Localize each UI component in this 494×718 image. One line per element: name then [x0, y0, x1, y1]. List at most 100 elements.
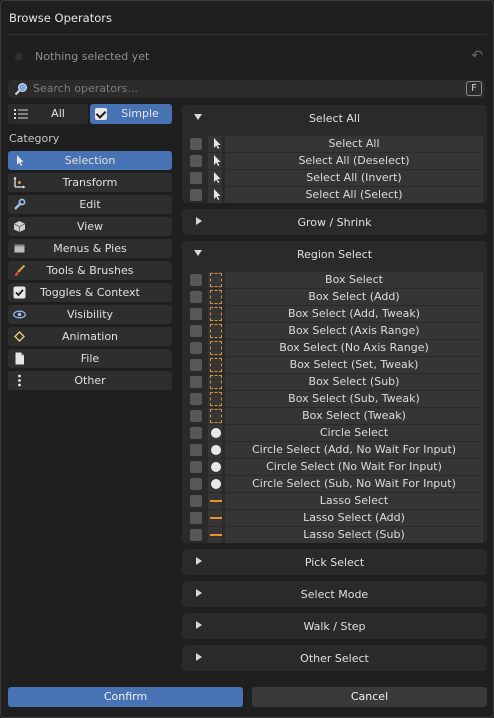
category-toggles-context[interactable]: Toggles & Context [8, 283, 172, 302]
cursor-arrow-icon [207, 153, 223, 169]
panel-select-all: Select All Select All Select All (Deselect… [182, 105, 487, 203]
panel-grow-shrink: Grow / Shrink [182, 209, 487, 235]
category-view[interactable]: View [8, 217, 172, 236]
panel-header[interactable]: Select Mode [182, 581, 487, 607]
category-animation[interactable]: Animation [8, 327, 172, 346]
operator-checkbox[interactable] [190, 342, 202, 354]
category-selection[interactable]: Selection [8, 151, 172, 170]
operator-row[interactable]: Box Select (No Axis Range) [187, 340, 483, 356]
category-label: File [80, 352, 100, 365]
operator-row[interactable]: Select All (Deselect) [187, 153, 483, 169]
operator-checkbox[interactable] [190, 155, 202, 167]
operator-checkbox[interactable] [190, 529, 202, 541]
category-label: Menus & Pies [53, 242, 127, 255]
cancel-button[interactable]: Cancel [252, 687, 487, 707]
operator-checkbox[interactable] [190, 274, 202, 286]
panel-header[interactable]: Pick Select [182, 549, 487, 575]
search-shortcut-key: F [466, 81, 482, 96]
confirm-button[interactable]: Confirm [8, 687, 243, 707]
panel-header[interactable]: Walk / Step [182, 613, 487, 639]
category-tools-brushes[interactable]: Tools & Brushes [8, 261, 172, 280]
operator-label: Box Select (Axis Range) [225, 323, 483, 339]
operator-label: Box Select [225, 272, 483, 288]
box-select-icon [207, 408, 223, 424]
category-edit[interactable]: Edit [8, 195, 172, 214]
operator-checkbox[interactable] [190, 291, 202, 303]
panel-title: Pick Select [304, 556, 365, 569]
operator-checkbox[interactable] [190, 189, 202, 201]
operator-label: Lasso Select (Sub) [225, 527, 483, 543]
operator-checkbox[interactable] [190, 444, 202, 456]
operator-row[interactable]: Lasso Select (Sub) [187, 527, 483, 543]
box-select-icon [207, 289, 223, 305]
category-label: Tools & Brushes [46, 264, 134, 277]
category-visibility[interactable]: Visibility [8, 305, 172, 324]
operator-row[interactable]: Select All (Invert) [187, 170, 483, 186]
operator-row[interactable]: Select All [187, 136, 483, 152]
panel-title: Select All [308, 112, 361, 125]
operator-checkbox[interactable] [190, 172, 202, 184]
search-bar[interactable]: Search operators... F [8, 80, 485, 98]
panel-region-select: Region Select Box Select Box Select (Add) B… [182, 241, 487, 543]
category-other[interactable]: Other [8, 371, 172, 390]
operator-row[interactable]: Box Select (Set, Tweak) [187, 357, 483, 373]
box-select-icon [207, 323, 223, 339]
status-dot-icon [15, 53, 23, 61]
background-status-row: Nothing selected yet ↶ [9, 47, 487, 67]
panel-walk-step: Walk / Step [182, 613, 487, 639]
operator-checkbox[interactable] [190, 376, 202, 388]
operator-label: Select All (Invert) [225, 170, 483, 186]
operator-row[interactable]: Box Select [187, 272, 483, 288]
search-input[interactable]: Search operators... [33, 82, 138, 95]
operator-checkbox[interactable] [190, 325, 202, 337]
category-file[interactable]: File [8, 349, 172, 368]
operator-row[interactable]: Box Select (Add, Tweak) [187, 306, 483, 322]
operator-label: Box Select (No Axis Range) [225, 340, 483, 356]
panel-title: Grow / Shrink [297, 216, 372, 229]
operator-label: Circle Select [225, 425, 483, 441]
operator-checkbox[interactable] [190, 461, 202, 473]
operator-row[interactable]: Circle Select (Add, No Wait For Input) [187, 442, 483, 458]
circle-select-icon [207, 442, 223, 458]
operator-checkbox[interactable] [190, 478, 202, 490]
category-label: Animation [61, 330, 119, 343]
operator-row[interactable]: Lasso Select (Add) [187, 510, 483, 526]
mode-all-button[interactable]: All [8, 104, 88, 124]
operator-checkbox[interactable] [190, 138, 202, 150]
mode-simple-label: Simple [121, 107, 159, 120]
panel-header[interactable]: Grow / Shrink [182, 209, 487, 235]
panel-header[interactable]: Other Select [182, 645, 487, 671]
panel-title: Other Select [300, 652, 369, 665]
category-label: Other [74, 374, 106, 387]
operator-row[interactable]: Select All (Select) [187, 187, 483, 203]
panel-pick-select: Pick Select [182, 549, 487, 575]
category-label: Selection [64, 154, 116, 167]
operator-row[interactable]: Box Select (Tweak) [187, 408, 483, 424]
category-menus-pies[interactable]: Menus & Pies [8, 239, 172, 258]
category-label: View [76, 220, 104, 233]
box-select-icon [207, 306, 223, 322]
operator-row[interactable]: Circle Select (Sub, No Wait For Input) [187, 476, 483, 492]
operator-checkbox[interactable] [190, 427, 202, 439]
operator-label: Box Select (Set, Tweak) [225, 357, 483, 373]
operator-row[interactable]: Box Select (Axis Range) [187, 323, 483, 339]
operator-label: Circle Select (Sub, No Wait For Input) [225, 476, 483, 492]
panel-header[interactable]: Select All [182, 105, 487, 131]
operator-checkbox[interactable] [190, 410, 202, 422]
operator-row[interactable]: Circle Select (No Wait For Input) [187, 459, 483, 475]
operator-row[interactable]: Lasso Select [187, 493, 483, 509]
operator-checkbox[interactable] [190, 393, 202, 405]
operator-checkbox[interactable] [190, 308, 202, 320]
category-transform[interactable]: Transform [8, 173, 172, 192]
category-label: Toggles & Context [40, 286, 140, 299]
mode-simple-button[interactable]: Simple [90, 104, 172, 124]
operator-checkbox[interactable] [190, 512, 202, 524]
panel-header[interactable]: Region Select [182, 241, 487, 267]
operator-row[interactable]: Box Select (Add) [187, 289, 483, 305]
operator-checkbox[interactable] [190, 495, 202, 507]
operator-row[interactable]: Box Select (Sub) [187, 374, 483, 390]
operator-checkbox[interactable] [190, 359, 202, 371]
operator-row[interactable]: Box Select (Sub, Tweak) [187, 391, 483, 407]
operator-label: Circle Select (No Wait For Input) [225, 459, 483, 475]
operator-row[interactable]: Circle Select [187, 425, 483, 441]
